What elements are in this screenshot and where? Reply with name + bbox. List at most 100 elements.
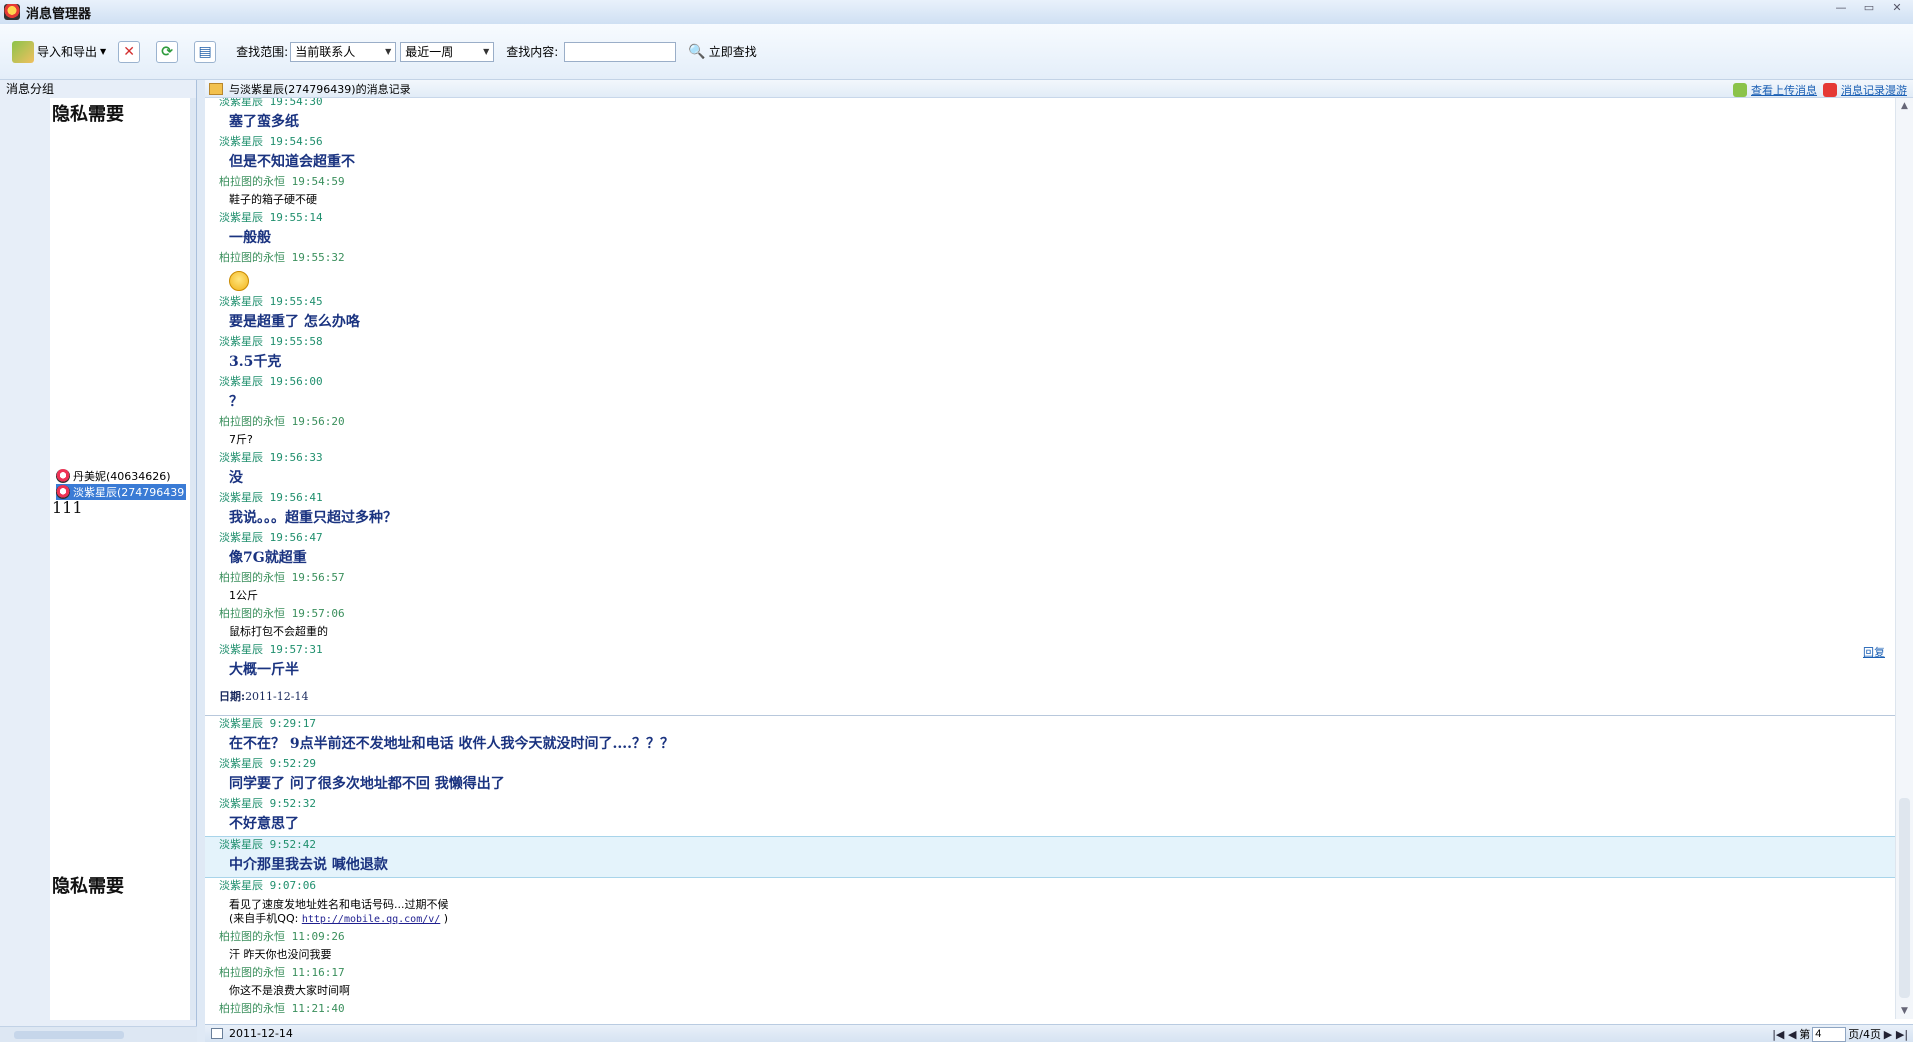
- header-links: 查看上传消息 消息记录漫游: [1733, 82, 1913, 98]
- message-sender: 淡紫星辰: [219, 98, 263, 108]
- folder-icon: [12, 40, 34, 63]
- range-select[interactable]: 当前联系人 ▼: [290, 41, 397, 62]
- message-item: 淡紫星辰 19:56:00 ？: [205, 374, 1895, 414]
- message-text: 大概一斤半: [229, 662, 299, 678]
- first-page-icon[interactable]: |◀: [1771, 1028, 1785, 1041]
- conversation-title: 与淡紫星辰(274796439)的消息记录: [229, 82, 411, 96]
- message-sender: 柏拉图的永恒: [219, 930, 285, 943]
- minimize-button[interactable]: —: [1829, 2, 1853, 16]
- message-scrollbar[interactable]: ▲ ▼: [1895, 98, 1913, 1019]
- date-label: 日期:: [219, 690, 246, 703]
- message-sender: 柏拉图的永恒: [219, 415, 285, 428]
- message-meta: 柏拉图的永恒 19:55:32: [205, 250, 1895, 266]
- message-text: ？: [229, 394, 243, 410]
- scroll-thumb[interactable]: [14, 1031, 124, 1039]
- message-time: 9:52:29: [269, 757, 316, 770]
- message-sender: 柏拉图的永恒: [219, 571, 285, 584]
- import-export-button[interactable]: 导入和导出 ▼: [8, 38, 110, 66]
- message-sender: 淡紫星辰: [219, 797, 263, 810]
- next-page-icon[interactable]: ▶: [1881, 1028, 1895, 1041]
- prev-page-icon[interactable]: ◀: [1785, 1028, 1799, 1041]
- document-icon[interactable]: ▤: [194, 40, 217, 63]
- message-time: 19:55:45: [269, 295, 323, 308]
- message-time: 19:56:33: [269, 451, 323, 464]
- message-time: 19:55:14: [269, 211, 323, 224]
- horizontal-scrollbar[interactable]: [0, 1026, 197, 1042]
- message-meta: 柏拉图的永恒 19:57:06: [205, 606, 1895, 622]
- message-text: 像7G就超重: [229, 550, 307, 566]
- chevron-down-icon: ▼: [100, 47, 107, 56]
- message-text: 但是不知道会超重不: [229, 154, 355, 170]
- chevron-down-icon: ▼: [483, 47, 490, 56]
- last-page-icon[interactable]: ▶|: [1895, 1028, 1909, 1041]
- message-meta: 淡紫星辰 19:55:45: [205, 294, 1895, 310]
- scroll-thumb[interactable]: [1899, 798, 1910, 998]
- search-button[interactable]: 🔍 立即查找: [688, 43, 756, 60]
- message-list: 淡紫星辰 19:54:30 塞了蛮多纸 淡紫星辰 19:54:56 但是不知道会超重不…: [205, 98, 1895, 1019]
- message-meta: 淡紫星辰 19:57:31: [205, 642, 1895, 658]
- message-sender: 淡紫星辰: [219, 211, 263, 224]
- message-time: 19:55:58: [269, 335, 323, 348]
- message-item: 淡紫星辰 19:57:31 大概一斤半 回复: [205, 642, 1895, 682]
- window-title: 消息管理器: [26, 6, 92, 22]
- roaming-icon: [1823, 83, 1837, 97]
- message-item: 柏拉图的永恒 19:55:32: [205, 250, 1895, 294]
- view-uploaded-link[interactable]: 查看上传消息: [1751, 82, 1817, 98]
- message-item: 淡紫星辰 19:55:14 一般般: [205, 210, 1895, 250]
- mobile-qq-link[interactable]: http://mobile.qq.com/v/: [302, 914, 440, 925]
- privacy-mask-mid: 111: [52, 498, 83, 517]
- message-item: 淡紫星辰 9:52:42 中介那里我去说 喊他退款: [205, 836, 1895, 878]
- contact-item[interactable]: 丹美妮(40634626): [56, 468, 186, 484]
- message-meta: 淡紫星辰 19:55:58: [205, 334, 1895, 350]
- contact-list: 隐私需要 丹美妮(40634626) 淡紫星辰(274796439 111 隐私…: [50, 98, 192, 1020]
- privacy-mask-top: 隐私需要: [52, 104, 124, 125]
- message-item: 淡紫星辰 9:52:32 不好意思了: [205, 796, 1895, 836]
- search-button-label: 立即查找: [708, 45, 757, 59]
- calendar-icon[interactable]: [211, 1028, 223, 1039]
- message-time: 19:54:30: [269, 98, 323, 108]
- qq-penguin-icon: [56, 485, 70, 499]
- page-input[interactable]: [1812, 1026, 1847, 1042]
- period-select-value: 最近一周: [405, 45, 454, 59]
- message-item: 淡紫星辰 19:56:33 没: [205, 450, 1895, 490]
- message-roaming-link[interactable]: 消息记录漫游: [1841, 82, 1907, 98]
- import-export-label: 导入和导出: [37, 45, 98, 59]
- message-sender: 淡紫星辰: [219, 531, 263, 544]
- contact-list-scrollbar[interactable]: [190, 98, 196, 1020]
- message-item: 柏拉图的永恒 19:57:06 鼠标打包不会超重的: [205, 606, 1895, 642]
- date-separator: 日期:2011-12-14: [205, 682, 1895, 716]
- scroll-up-icon[interactable]: ▲: [1896, 98, 1913, 114]
- message-sender: 淡紫星辰: [219, 757, 263, 770]
- close-button[interactable]: ✕: [1885, 2, 1909, 16]
- refresh-icon[interactable]: ⟳: [156, 40, 179, 63]
- message-sender: 柏拉图的永恒: [219, 251, 285, 264]
- group-panel-header: 消息分组: [6, 82, 55, 96]
- message-meta: 淡紫星辰 9:29:17: [205, 716, 1895, 732]
- message-text: 看见了速度发地址姓名和电话号码...过期不候 (来自手机QQ: http://mo…: [205, 894, 1895, 929]
- maximize-button[interactable]: ▭: [1857, 2, 1881, 16]
- message-item: 淡紫星辰 9:52:29 同学要了 问了很多次地址都不回 我懒得出了: [205, 756, 1895, 796]
- message-item: 柏拉图的永恒 11:09:26 汗 昨天你也没问我要: [205, 929, 1895, 965]
- contact-label: 丹美妮(40634626): [73, 470, 171, 483]
- period-select[interactable]: 最近一周 ▼: [400, 41, 495, 62]
- message-text: 我说。。。超重只超过多种？: [229, 510, 397, 526]
- smiley-emoji-icon: [229, 271, 249, 291]
- reply-link[interactable]: 回复: [1863, 644, 1885, 660]
- delete-icon[interactable]: ✕: [118, 40, 141, 63]
- current-date: 2011-12-14: [229, 1027, 293, 1040]
- message-item: 淡紫星辰 19:55:45 要是超重了 怎么办咯: [205, 294, 1895, 334]
- page-suffix: 页/4页: [1848, 1028, 1881, 1041]
- search-input[interactable]: [564, 41, 677, 62]
- scroll-down-icon[interactable]: ▼: [1896, 1003, 1913, 1019]
- message-suffix: ): [440, 912, 449, 925]
- message-text: 同学要了 问了很多次地址都不回 我懒得出了: [229, 776, 505, 792]
- message-sender: 柏拉图的永恒: [219, 1002, 285, 1015]
- message-item: 淡紫星辰 19:55:58 3.5千克: [205, 334, 1895, 374]
- message-time: 11:21:40: [291, 1002, 345, 1015]
- message-text: 你这不是浪费大家时间啊: [229, 984, 350, 997]
- message-text: 7斤?: [229, 433, 253, 446]
- message-time: 9:07:06: [269, 879, 316, 892]
- group-panel: 消息分组 隐私需要 丹美妮(40634626) 淡紫星辰(274796439 1…: [0, 80, 197, 1042]
- message-text: 今天没时间可以明天发: [205, 1017, 1895, 1019]
- title-bar: 消息管理器 — ▭ ✕: [0, 0, 1913, 24]
